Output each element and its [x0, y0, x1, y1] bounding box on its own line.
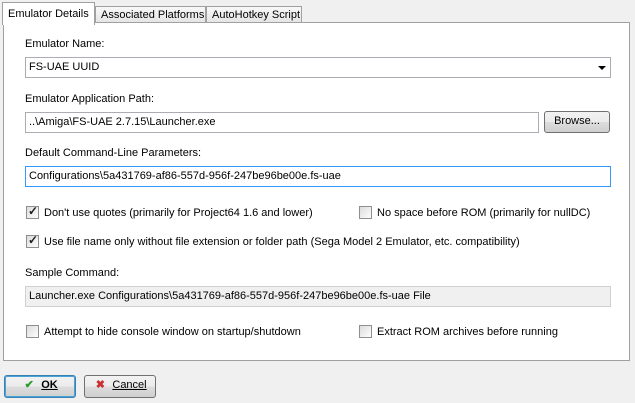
- ok-button[interactable]: ✔ OK: [4, 375, 76, 398]
- app-path-input[interactable]: ..\Amiga\FS-UAE 2.7.15\Launcher.exe: [25, 112, 539, 133]
- cmd-params-input[interactable]: Configurations\5a431769-af86-557d-956f-2…: [25, 166, 611, 187]
- checkmark-icon: ✓: [28, 204, 39, 218]
- filename-only-checkbox[interactable]: ✓: [26, 233, 39, 248]
- checkmark-icon: ✔: [24, 379, 34, 391]
- no-quotes-checkbox[interactable]: ✓: [26, 204, 39, 219]
- cmd-params-label: Default Command-Line Parameters:: [25, 147, 202, 159]
- tab-autohotkey-script[interactable]: AutoHotkey Script: [206, 6, 302, 23]
- app-path-label: Emulator Application Path:: [25, 93, 155, 105]
- extract-rom-checkbox[interactable]: [359, 325, 372, 338]
- cancel-label: Cancel: [112, 379, 147, 391]
- no-quotes-label[interactable]: Don't use quotes (primarily for Project6…: [44, 207, 313, 220]
- emulator-details-panel: Emulator Name: FS-UAE UUID Emulator Appl…: [3, 22, 630, 361]
- browse-button[interactable]: Browse...: [544, 111, 610, 133]
- tab-emulator-details[interactable]: Emulator Details: [2, 2, 95, 25]
- hide-console-checkbox[interactable]: [26, 325, 39, 338]
- chevron-down-icon[interactable]: [598, 66, 606, 70]
- emulator-name-label: Emulator Name:: [25, 38, 105, 50]
- emulator-name-combobox[interactable]: FS-UAE UUID: [25, 57, 611, 78]
- sample-command-value: Launcher.exe Configurations\5a431769-af8…: [29, 290, 431, 302]
- checkmark-icon: ✓: [28, 233, 39, 247]
- sample-command-label: Sample Command:: [25, 267, 120, 279]
- emulator-name-value: FS-UAE UUID: [29, 61, 100, 73]
- x-icon: ✖: [95, 379, 105, 391]
- tab-associated-platforms[interactable]: Associated Platforms: [95, 6, 206, 23]
- ok-label: OK: [41, 379, 58, 391]
- no-space-label[interactable]: No space before ROM (primarily for nullD…: [377, 207, 590, 220]
- cancel-button[interactable]: ✖ Cancel: [84, 375, 156, 398]
- sample-command-field: Launcher.exe Configurations\5a431769-af8…: [25, 286, 611, 307]
- filename-only-label[interactable]: Use file name only without file extensio…: [44, 236, 520, 249]
- hide-console-label[interactable]: Attempt to hide console window on startu…: [44, 326, 301, 339]
- no-space-checkbox[interactable]: [359, 206, 372, 219]
- cmd-params-value: Configurations\5a431769-af86-557d-956f-2…: [29, 170, 341, 182]
- extract-rom-label[interactable]: Extract ROM archives before running: [377, 326, 558, 339]
- app-path-value: ..\Amiga\FS-UAE 2.7.15\Launcher.exe: [29, 116, 216, 128]
